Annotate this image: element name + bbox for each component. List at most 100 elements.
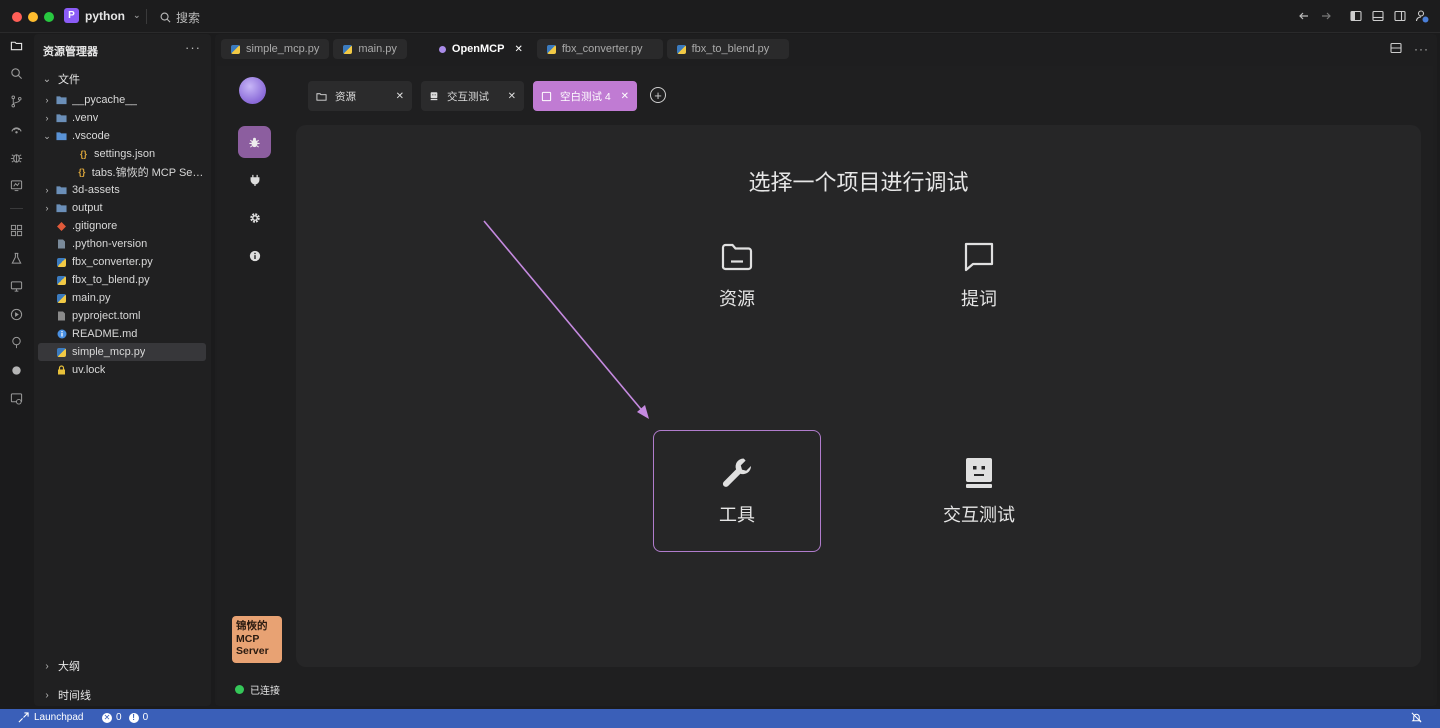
run-and-debug-icon[interactable] [9,307,24,322]
tree-item[interactable]: ⌄ .vscode [38,127,206,145]
launchpad-button[interactable]: Launchpad [18,712,84,723]
tree-item-label: __pycache__ [72,94,138,106]
tree-item[interactable]: fbx_converter.py [38,253,206,271]
project-switcher[interactable]: P python ⌄ [64,8,141,23]
tree-item[interactable]: uv.lock [38,361,206,379]
outline-section-label: 大纲 [58,661,80,673]
testing-flask-icon[interactable] [9,251,24,266]
explorer-sidebar: 资源管理器 ··· ⌄ 文件 › __pycache__ › .venv ⌄ .vscod… [34,34,211,706]
tree-item[interactable]: {} settings.json [38,145,206,163]
plus-icon: + [654,87,662,103]
files-section-header[interactable]: ⌄ 文件 [42,71,80,87]
tree-item[interactable]: .python-version [38,235,206,253]
warning-icon: ! [128,712,139,723]
close-icon[interactable]: ✕ [621,91,629,102]
tab-main[interactable]: main.py [333,39,407,59]
option-prompts[interactable]: 提词 [895,214,1063,336]
option-interactive-test[interactable]: 交互测试 [895,430,1063,552]
tree-item[interactable]: main.py [38,289,206,307]
tree-item[interactable]: › .venv [38,109,206,127]
close-icon[interactable]: ✕ [508,91,516,102]
add-tab-button[interactable]: + [650,87,666,103]
option-label: 资源 [719,289,755,310]
tree-icon[interactable] [9,335,24,350]
debug-bug-icon[interactable] [9,150,24,165]
toggle-panel-icon[interactable] [1370,8,1386,24]
tree-item-label: pyproject.toml [72,310,141,322]
tree-item[interactable]: › output [38,199,206,217]
minimize-window-button[interactable] [28,12,38,22]
inner-tab-resources[interactable]: 资源 ✕ [308,81,412,111]
toml-file-icon [56,311,67,322]
about-nav-button[interactable] [238,240,271,272]
monitor-chart-icon[interactable] [9,178,24,193]
notifications-muted-icon[interactable] [1411,712,1422,726]
extensions-icon[interactable] [9,223,24,238]
inner-tab-blank-test[interactable]: 空白测试 4 ✕ [533,81,637,111]
tree-item[interactable]: simple_mcp.py [38,343,206,361]
tree-item[interactable]: pyproject.toml [38,307,206,325]
connect-nav-button[interactable] [238,164,271,196]
more-actions-icon[interactable]: ··· [185,40,201,55]
close-icon[interactable]: ✕ [514,44,522,55]
source-control-icon[interactable] [9,94,24,109]
toggle-secondary-sidebar-icon[interactable] [1392,8,1408,24]
tree-item[interactable]: fbx_to_blend.py [38,271,206,289]
folder-icon [56,185,67,196]
search-icon[interactable] [9,66,24,81]
settings-nav-button[interactable] [238,202,271,234]
remote-explorer-icon[interactable] [9,279,24,294]
timeline-section-header[interactable]: › 时间线 [42,687,91,703]
chevron-right-icon: › [45,689,49,701]
tab-fbx-converter[interactable]: fbx_converter.py [536,39,663,59]
tree-item[interactable]: › __pycache__ [38,91,206,109]
openmcp-dot-icon[interactable] [9,363,24,378]
server-name-badge[interactable]: 锦恢的 MCP Server [232,616,282,663]
editor-area: simple_mcp.py main.py OpenMCP ✕ fbx_conv… [215,34,1437,706]
option-tools[interactable]: 工具 [653,430,821,552]
explorer-files-icon[interactable] [9,38,24,53]
tree-item-label: README.md [72,328,138,340]
chevron-down-icon: ⌄ [43,130,51,141]
tab-label: OpenMCP [451,43,505,55]
maximize-window-button[interactable] [44,12,54,22]
tab-openmcp[interactable]: OpenMCP ✕ [429,39,533,59]
title-bar: P python ⌄ 搜索 [0,0,1440,33]
tree-item-label: settings.json [94,148,156,160]
accounts-icon[interactable] [1414,8,1430,24]
tree-item-label: .python-version [72,238,148,250]
error-count: 0 [116,712,122,723]
option-resources[interactable]: 资源 [653,214,821,336]
toggle-sidebar-icon[interactable] [1348,8,1364,24]
inner-tab-interactive-test[interactable]: 交互测试 ✕ [421,81,524,111]
python-file-icon [343,44,353,54]
forward-arrow-icon[interactable] [1318,8,1334,24]
tab-fbx-to-blend[interactable]: fbx_to_blend.py [666,39,790,59]
tree-item[interactable]: .gitignore [38,217,206,235]
chevron-right-icon: › [45,660,49,672]
close-window-button[interactable] [12,12,22,22]
chat-panel-icon[interactable] [9,391,24,406]
more-actions-icon[interactable]: ··· [1414,42,1429,57]
launchpad-label: Launchpad [34,712,84,723]
info-icon [249,250,260,262]
python-file-icon [56,275,67,286]
tree-item[interactable]: {} tabs.锦恢的 MCP Server... [38,163,206,181]
back-arrow-icon[interactable] [1296,8,1312,24]
problems-indicator[interactable]: ✕ 0 ! 0 [102,712,148,723]
search-label: 搜索 [176,11,201,25]
command-search[interactable]: 搜索 [160,9,200,26]
remote-connection-icon[interactable] [9,122,24,137]
warning-count: 0 [142,712,149,723]
split-editor-icon[interactable] [1390,42,1402,57]
tab-simple-mcp[interactable]: simple_mcp.py [221,39,330,59]
tree-item[interactable]: › 3d-assets [38,181,206,199]
tree-item-label: .vscode [72,130,110,142]
tree-item-label: .venv [72,112,99,124]
inner-tab-label: 资源 [335,90,356,103]
close-icon[interactable]: ✕ [396,91,404,102]
debug-nav-button[interactable] [238,126,271,158]
outline-section-header[interactable]: › 大纲 [42,658,80,674]
tree-item[interactable]: README.md [38,325,206,343]
openmcp-panel: 锦恢的 MCP Server 已连接 资源 ✕ 交互测试 ✕ 空白测试 4 ✕ … [217,66,1433,700]
